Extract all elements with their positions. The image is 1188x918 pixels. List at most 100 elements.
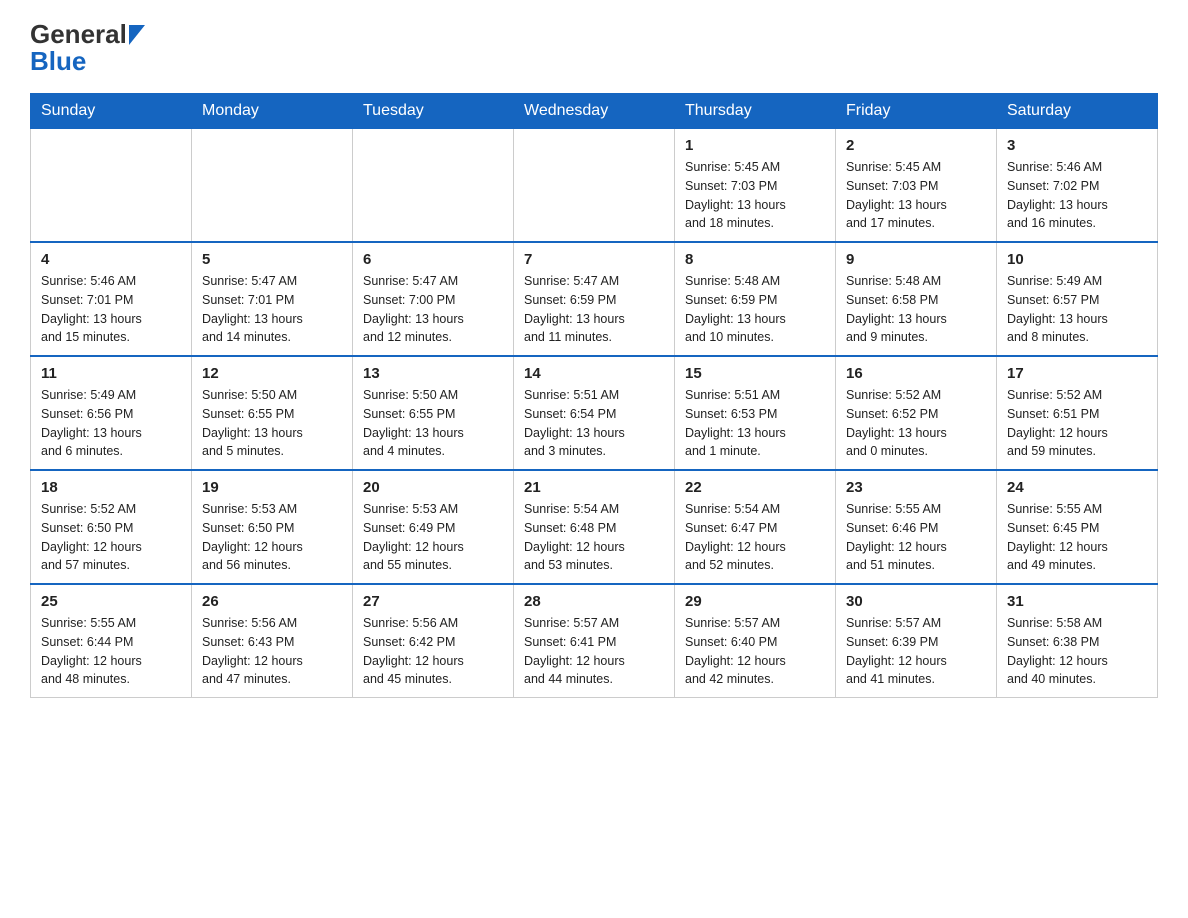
calendar-cell: 24 Sunrise: 5:55 AM Sunset: 6:45 PM Dayli… — [997, 470, 1158, 584]
calendar-cell: 16Sunrise: 5:52 AM Sunset: 6:52 PM Dayli… — [836, 356, 997, 470]
day-info: Sunrise: 5:52 AM Sunset: 6:51 PM Dayligh… — [1007, 386, 1147, 461]
day-info: Sunrise: 5:48 AM Sunset: 6:58 PM Dayligh… — [846, 272, 986, 347]
calendar-week-row: 25 Sunrise: 5:55 AM Sunset: 6:44 PM Dayli… — [31, 584, 1158, 698]
day-number: 3 — [1007, 137, 1147, 154]
day-info: Sunrise: 5:52 AM Sunset: 6:50 PM Dayligh… — [41, 500, 181, 575]
calendar-header-monday: Monday — [192, 94, 353, 129]
day-number: 15 — [685, 365, 825, 382]
day-number: 24 — [1007, 479, 1147, 496]
day-number: 8 — [685, 251, 825, 268]
day-info: Sunrise: 5:50 AM Sunset: 6:55 PM Dayligh… — [202, 386, 342, 461]
day-number: 25 — [41, 593, 181, 610]
calendar-cell: 6 Sunrise: 5:47 AM Sunset: 7:00 PM Daylig… — [353, 242, 514, 356]
day-info: Sunrise: 5:53 AM Sunset: 6:49 PM Dayligh… — [363, 500, 503, 575]
calendar-cell: 28 Sunrise: 5:57 AM Sunset: 6:41 PM Dayli… — [514, 584, 675, 698]
calendar-cell: 29 Sunrise: 5:57 AM Sunset: 6:40 PM Dayli… — [675, 584, 836, 698]
day-info: Sunrise: 5:57 AM Sunset: 6:41 PM Dayligh… — [524, 614, 664, 689]
day-info: Sunrise: 5:57 AM Sunset: 6:40 PM Dayligh… — [685, 614, 825, 689]
calendar-cell: 1 Sunrise: 5:45 AM Sunset: 7:03 PM Daylig… — [675, 129, 836, 243]
calendar-cell: 15 Sunrise: 5:51 AM Sunset: 6:53 PM Dayli… — [675, 356, 836, 470]
calendar-week-row: 1 Sunrise: 5:45 AM Sunset: 7:03 PM Daylig… — [31, 129, 1158, 243]
calendar-cell: 11 Sunrise: 5:49 AM Sunset: 6:56 PM Dayli… — [31, 356, 192, 470]
day-info: Sunrise: 5:49 AM Sunset: 6:56 PM Dayligh… — [41, 386, 181, 461]
calendar-cell: 23Sunrise: 5:55 AM Sunset: 6:46 PM Dayli… — [836, 470, 997, 584]
day-info: Sunrise: 5:47 AM Sunset: 7:01 PM Dayligh… — [202, 272, 342, 347]
day-number: 28 — [524, 593, 664, 610]
calendar-week-row: 11 Sunrise: 5:49 AM Sunset: 6:56 PM Dayli… — [31, 356, 1158, 470]
day-number: 21 — [524, 479, 664, 496]
day-info: Sunrise: 5:58 AM Sunset: 6:38 PM Dayligh… — [1007, 614, 1147, 689]
calendar-cell: 12 Sunrise: 5:50 AM Sunset: 6:55 PM Dayli… — [192, 356, 353, 470]
day-info: Sunrise: 5:45 AM Sunset: 7:03 PM Dayligh… — [846, 158, 986, 233]
day-number: 19 — [202, 479, 342, 496]
calendar-cell: 20 Sunrise: 5:53 AM Sunset: 6:49 PM Dayli… — [353, 470, 514, 584]
day-number: 5 — [202, 251, 342, 268]
day-info: Sunrise: 5:47 AM Sunset: 7:00 PM Dayligh… — [363, 272, 503, 347]
day-number: 12 — [202, 365, 342, 382]
day-number: 30 — [846, 593, 986, 610]
day-number: 26 — [202, 593, 342, 610]
calendar-header-tuesday: Tuesday — [353, 94, 514, 129]
calendar-header-thursday: Thursday — [675, 94, 836, 129]
calendar-cell: 31Sunrise: 5:58 AM Sunset: 6:38 PM Dayli… — [997, 584, 1158, 698]
day-info: Sunrise: 5:56 AM Sunset: 6:43 PM Dayligh… — [202, 614, 342, 689]
calendar-cell: 5 Sunrise: 5:47 AM Sunset: 7:01 PM Daylig… — [192, 242, 353, 356]
day-number: 14 — [524, 365, 664, 382]
day-info: Sunrise: 5:46 AM Sunset: 7:02 PM Dayligh… — [1007, 158, 1147, 233]
day-info: Sunrise: 5:53 AM Sunset: 6:50 PM Dayligh… — [202, 500, 342, 575]
day-number: 20 — [363, 479, 503, 496]
calendar-cell: 21 Sunrise: 5:54 AM Sunset: 6:48 PM Dayli… — [514, 470, 675, 584]
day-number: 1 — [685, 137, 825, 154]
day-info: Sunrise: 5:54 AM Sunset: 6:47 PM Dayligh… — [685, 500, 825, 575]
day-info: Sunrise: 5:55 AM Sunset: 6:45 PM Dayligh… — [1007, 500, 1147, 575]
calendar-header-friday: Friday — [836, 94, 997, 129]
calendar-cell: 13Sunrise: 5:50 AM Sunset: 6:55 PM Dayli… — [353, 356, 514, 470]
logo-triangle-icon — [129, 25, 145, 45]
day-number: 13 — [363, 365, 503, 382]
calendar-cell: 10 Sunrise: 5:49 AM Sunset: 6:57 PM Dayli… — [997, 242, 1158, 356]
day-number: 9 — [846, 251, 986, 268]
day-info: Sunrise: 5:57 AM Sunset: 6:39 PM Dayligh… — [846, 614, 986, 689]
calendar-cell: 2 Sunrise: 5:45 AM Sunset: 7:03 PM Daylig… — [836, 129, 997, 243]
calendar-header-sunday: Sunday — [31, 94, 192, 129]
day-info: Sunrise: 5:45 AM Sunset: 7:03 PM Dayligh… — [685, 158, 825, 233]
calendar-cell — [31, 129, 192, 243]
day-number: 7 — [524, 251, 664, 268]
day-info: Sunrise: 5:52 AM Sunset: 6:52 PM Dayligh… — [846, 386, 986, 461]
calendar-cell: 30 Sunrise: 5:57 AM Sunset: 6:39 PM Dayli… — [836, 584, 997, 698]
calendar-cell: 25 Sunrise: 5:55 AM Sunset: 6:44 PM Dayli… — [31, 584, 192, 698]
calendar-header-wednesday: Wednesday — [514, 94, 675, 129]
calendar-cell: 4Sunrise: 5:46 AM Sunset: 7:01 PM Daylig… — [31, 242, 192, 356]
day-info: Sunrise: 5:49 AM Sunset: 6:57 PM Dayligh… — [1007, 272, 1147, 347]
day-number: 17 — [1007, 365, 1147, 382]
calendar-cell: 7 Sunrise: 5:47 AM Sunset: 6:59 PM Daylig… — [514, 242, 675, 356]
calendar-cell — [514, 129, 675, 243]
calendar-cell: 27Sunrise: 5:56 AM Sunset: 6:42 PM Dayli… — [353, 584, 514, 698]
calendar-cell: 8 Sunrise: 5:48 AM Sunset: 6:59 PM Daylig… — [675, 242, 836, 356]
calendar-header-row: SundayMondayTuesdayWednesdayThursdayFrid… — [31, 94, 1158, 129]
calendar-cell: 22 Sunrise: 5:54 AM Sunset: 6:47 PM Dayli… — [675, 470, 836, 584]
day-info: Sunrise: 5:51 AM Sunset: 6:54 PM Dayligh… — [524, 386, 664, 461]
day-info: Sunrise: 5:51 AM Sunset: 6:53 PM Dayligh… — [685, 386, 825, 461]
day-number: 10 — [1007, 251, 1147, 268]
day-info: Sunrise: 5:46 AM Sunset: 7:01 PM Dayligh… — [41, 272, 181, 347]
calendar-cell: 19 Sunrise: 5:53 AM Sunset: 6:50 PM Dayli… — [192, 470, 353, 584]
day-info: Sunrise: 5:47 AM Sunset: 6:59 PM Dayligh… — [524, 272, 664, 347]
day-number: 11 — [41, 365, 181, 382]
day-info: Sunrise: 5:48 AM Sunset: 6:59 PM Dayligh… — [685, 272, 825, 347]
calendar-cell: 18Sunrise: 5:52 AM Sunset: 6:50 PM Dayli… — [31, 470, 192, 584]
day-number: 27 — [363, 593, 503, 610]
calendar-table: SundayMondayTuesdayWednesdayThursdayFrid… — [30, 93, 1158, 698]
calendar-week-row: 4Sunrise: 5:46 AM Sunset: 7:01 PM Daylig… — [31, 242, 1158, 356]
day-number: 6 — [363, 251, 503, 268]
calendar-cell — [192, 129, 353, 243]
day-number: 2 — [846, 137, 986, 154]
day-info: Sunrise: 5:54 AM Sunset: 6:48 PM Dayligh… — [524, 500, 664, 575]
day-number: 29 — [685, 593, 825, 610]
calendar-week-row: 18Sunrise: 5:52 AM Sunset: 6:50 PM Dayli… — [31, 470, 1158, 584]
logo: General Blue — [30, 20, 145, 75]
day-number: 22 — [685, 479, 825, 496]
day-info: Sunrise: 5:55 AM Sunset: 6:44 PM Dayligh… — [41, 614, 181, 689]
calendar-cell: 17 Sunrise: 5:52 AM Sunset: 6:51 PM Dayli… — [997, 356, 1158, 470]
calendar-cell: 3 Sunrise: 5:46 AM Sunset: 7:02 PM Daylig… — [997, 129, 1158, 243]
